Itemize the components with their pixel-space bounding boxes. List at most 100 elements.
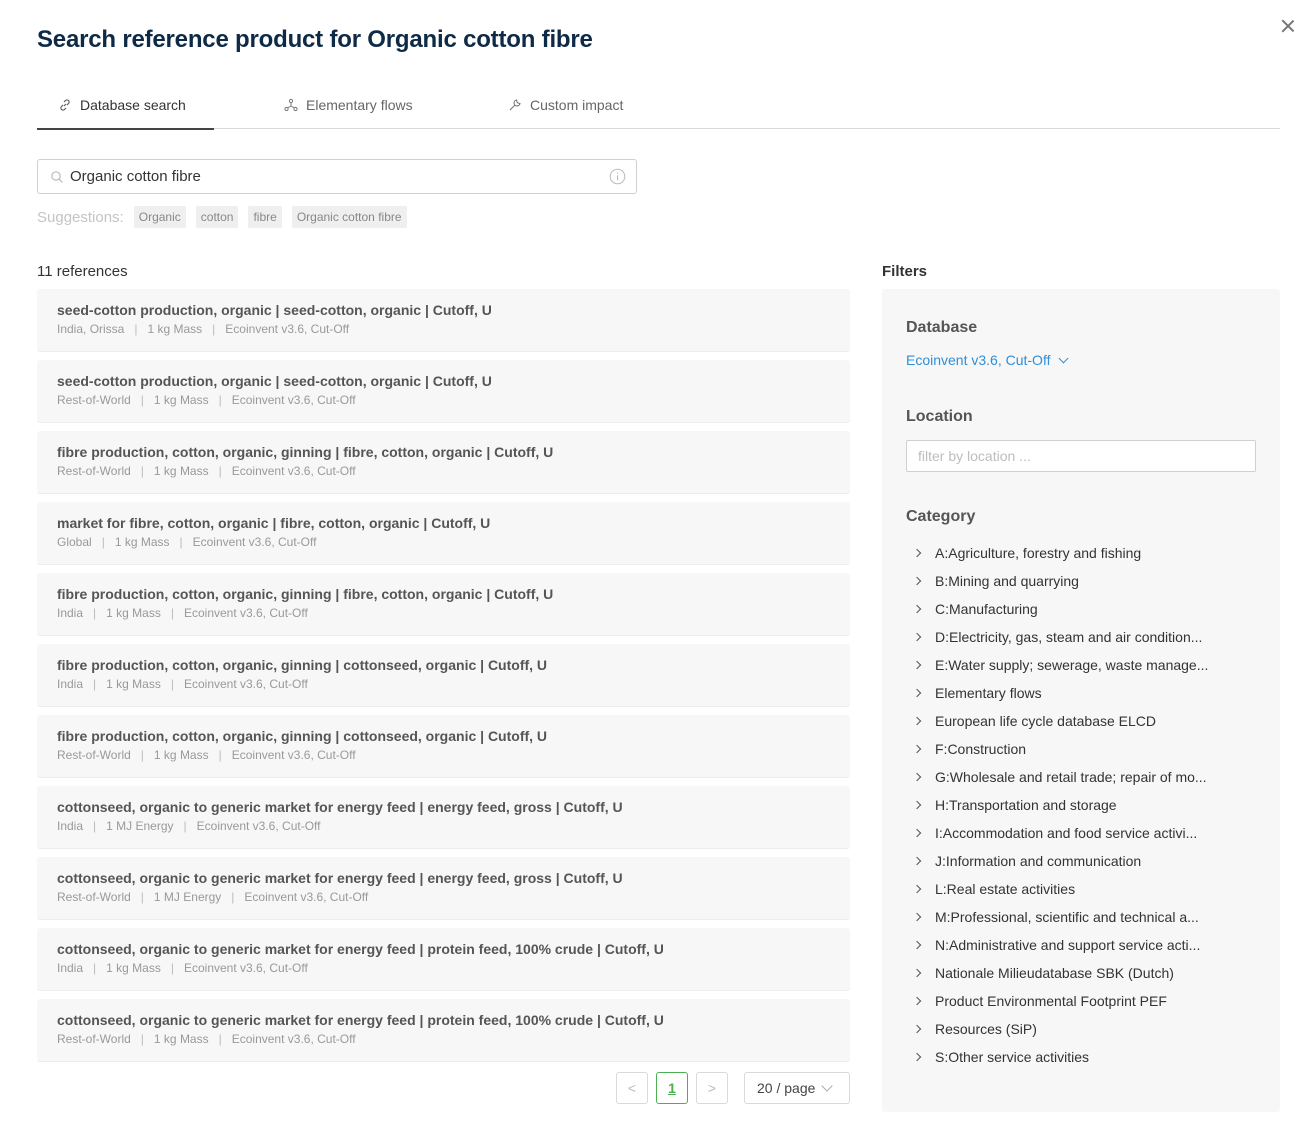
result-location: Rest-of-World (57, 1032, 131, 1046)
result-location: Rest-of-World (57, 464, 131, 478)
chevron-right-icon[interactable] (912, 940, 922, 950)
chevron-right-icon[interactable] (912, 576, 922, 586)
result-location: India (57, 819, 84, 833)
tab-elementary-flows[interactable]: Elementary flows (284, 82, 413, 128)
chevron-right-icon[interactable] (912, 968, 922, 978)
category-item[interactable]: L:Real estate activities (912, 875, 1242, 903)
chevron-right-icon[interactable] (912, 632, 922, 642)
category-item[interactable]: G:Wholesale and retail trade; repair of … (912, 763, 1242, 791)
suggestion-chip[interactable]: cotton (195, 206, 239, 228)
suggestion-chip[interactable]: Organic (133, 206, 186, 228)
category-label: L:Real estate activities (935, 881, 1076, 897)
page-size-select[interactable]: 20 / page (744, 1072, 850, 1104)
result-unit: 1 kg Mass (106, 677, 161, 691)
chevron-right-icon[interactable] (912, 744, 922, 754)
result-database: Ecoinvent v3.6, Cut-Off (231, 393, 356, 407)
category-item[interactable]: M:Professional, scientific and technical… (912, 903, 1242, 931)
category-item[interactable]: I:Accommodation and food service activi.… (912, 819, 1242, 847)
category-item[interactable]: F:Construction (912, 735, 1242, 763)
category-label: A:Agriculture, forestry and fishing (935, 545, 1142, 561)
result-database: Ecoinvent v3.6, Cut-Off (192, 535, 317, 549)
category-item[interactable]: B:Mining and quarrying (912, 567, 1242, 595)
result-row[interactable]: cottonseed, organic to generic market fo… (37, 928, 850, 991)
category-label: F:Construction (935, 741, 1027, 757)
result-row[interactable]: seed-cotton production, organic | seed-c… (37, 360, 850, 423)
suggestion-chip[interactable]: fibre (248, 206, 282, 228)
category-label: M:Professional, scientific and technical… (935, 909, 1199, 925)
result-meta: Rest-of-World | 1 kg Mass | Ecoinvent v3.6, … (57, 464, 830, 478)
chevron-right-icon[interactable] (912, 716, 922, 726)
result-database: Ecoinvent v3.6, Cut-Off (244, 890, 369, 904)
category-item[interactable]: S:Other service activities (912, 1043, 1242, 1071)
category-item[interactable]: Resources (SiP) (912, 1015, 1242, 1043)
meta-separator: | (183, 819, 187, 833)
result-database: Ecoinvent v3.6, Cut-Off (183, 606, 308, 620)
result-database: Ecoinvent v3.6, Cut-Off (183, 677, 308, 691)
chevron-right-icon[interactable] (912, 912, 922, 922)
dialog-title: Search reference product for Organic cot… (37, 26, 593, 53)
chevron-right-icon[interactable] (912, 828, 922, 838)
category-label: N:Administrative and support service act… (935, 937, 1201, 953)
chevron-right-icon[interactable] (912, 856, 922, 866)
tab-custom-impact[interactable]: Custom impact (508, 82, 623, 128)
tab-database-search[interactable]: Database search (37, 82, 214, 130)
chevron-right-icon[interactable] (912, 688, 922, 698)
category-item[interactable]: Product Environmental Footprint PEF (912, 987, 1242, 1015)
result-row[interactable]: cottonseed, organic to generic market fo… (37, 857, 850, 920)
category-label: J:Information and communication (935, 853, 1142, 869)
result-unit: 1 kg Mass (147, 322, 203, 336)
suggestion-chip[interactable]: Organic cotton fibre (291, 206, 407, 228)
next-page-button[interactable]: > (696, 1072, 728, 1104)
chevron-right-icon[interactable] (912, 660, 922, 670)
prev-page-button[interactable]: < (616, 1072, 648, 1104)
result-meta: India | 1 kg Mass | Ecoinvent v3.6, Cut-Off (57, 961, 830, 975)
location-filter-input[interactable] (906, 440, 1256, 472)
meta-separator: | (218, 748, 222, 762)
info-icon[interactable] (609, 168, 626, 185)
chevron-right-icon[interactable] (912, 996, 922, 1006)
results-count: 11 references (37, 263, 128, 280)
result-row[interactable]: seed-cotton production, organic | seed-c… (37, 289, 850, 352)
category-item[interactable]: D:Electricity, gas, steam and air condit… (912, 623, 1242, 651)
category-item[interactable]: E:Water supply; sewerage, waste manage..… (912, 651, 1242, 679)
result-unit: 1 kg Mass (153, 1032, 209, 1046)
category-label: H:Transportation and storage (935, 797, 1117, 813)
result-meta: India | 1 kg Mass | Ecoinvent v3.6, Cut-Off (57, 606, 830, 620)
category-item[interactable]: J:Information and communication (912, 847, 1242, 875)
result-meta: Rest-of-World | 1 kg Mass | Ecoinvent v3.6, … (57, 393, 830, 407)
database-select[interactable]: Ecoinvent v3.6, Cut-Off (906, 352, 1069, 368)
chevron-right-icon[interactable] (912, 548, 922, 558)
chevron-right-icon[interactable] (912, 772, 922, 782)
category-item[interactable]: C:Manufacturing (912, 595, 1242, 623)
chevron-right-icon[interactable] (912, 800, 922, 810)
result-row[interactable]: cottonseed, organic to generic market fo… (37, 786, 850, 849)
search-icon (51, 170, 63, 183)
meta-separator: | (170, 961, 174, 975)
category-item[interactable]: H:Transportation and storage (912, 791, 1242, 819)
result-row[interactable]: fibre production, cotton, organic, ginni… (37, 431, 850, 494)
result-title: cottonseed, organic to generic market fo… (57, 870, 623, 886)
result-title: seed-cotton production, organic | seed-c… (57, 302, 492, 318)
search-input[interactable] (70, 168, 609, 185)
wrench-icon (509, 99, 521, 111)
page-number-button[interactable]: 1 (656, 1072, 688, 1104)
close-icon[interactable] (1278, 16, 1298, 36)
category-item[interactable]: Nationale Milieudatabase SBK (Dutch) (912, 959, 1242, 987)
meta-separator: | (93, 677, 97, 691)
chevron-down-icon (821, 1080, 834, 1092)
chevron-right-icon[interactable] (912, 604, 922, 614)
chevron-right-icon[interactable] (912, 1052, 922, 1062)
chevron-right-icon[interactable] (912, 884, 922, 894)
chevron-right-icon[interactable] (912, 1024, 922, 1034)
result-location: India (57, 961, 84, 975)
result-row[interactable]: fibre production, cotton, organic, ginni… (37, 715, 850, 778)
category-item[interactable]: N:Administrative and support service act… (912, 931, 1242, 959)
category-item[interactable]: Elementary flows (912, 679, 1242, 707)
result-row[interactable]: cottonseed, organic to generic market fo… (37, 999, 850, 1062)
category-item[interactable]: European life cycle database ELCD (912, 707, 1242, 735)
result-row[interactable]: fibre production, cotton, organic, ginni… (37, 573, 850, 636)
category-item[interactable]: A:Agriculture, forestry and fishing (912, 539, 1242, 567)
meta-separator: | (212, 322, 216, 336)
result-row[interactable]: market for fibre, cotton, organic | fibr… (37, 502, 850, 565)
result-row[interactable]: fibre production, cotton, organic, ginni… (37, 644, 850, 707)
